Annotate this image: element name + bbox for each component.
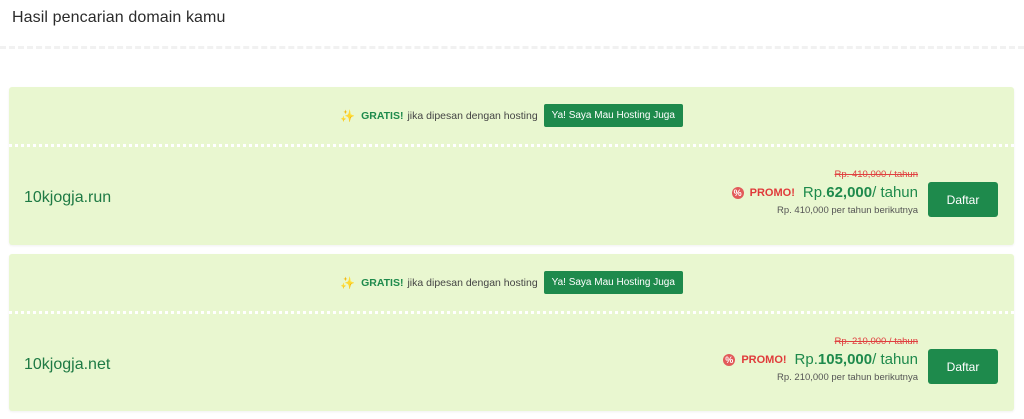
domain-name: 10kjogja.run <box>24 189 112 206</box>
price-amount: 105,000 <box>817 351 873 368</box>
price-block: Rp. 410,000 / tahun % PROMO! Rp. 62,000 … <box>731 169 918 216</box>
price-block: Rp. 210,000 / tahun % PROMO! Rp. 105,000… <box>723 336 918 383</box>
gratis-label: GRATIS! <box>361 109 404 122</box>
price-amount: 62,000 <box>826 184 873 201</box>
add-hosting-button[interactable]: Ya! Saya Mau Hosting Juga <box>543 271 683 294</box>
old-price: Rp. 210,000 / tahun <box>834 336 918 347</box>
renewal-price: Rp. 410,000 per tahun berikutnya <box>776 205 918 216</box>
domain-name: 10kjogja.net <box>24 356 111 373</box>
sparkle-icon: ✨ <box>340 108 356 123</box>
promo-label: PROMO! <box>749 186 795 199</box>
price-unit: / tahun <box>872 351 918 368</box>
sparkle-icon: ✨ <box>340 275 356 290</box>
domain-row: 10kjogja.run Rp. 410,000 / tahun % PROMO… <box>9 147 1014 245</box>
register-button[interactable]: Daftar <box>928 182 998 217</box>
domain-result-card: ✨ GRATIS! jika dipesan dengan hosting Ya… <box>9 87 1014 245</box>
renewal-price: Rp. 210,000 per tahun berikutnya <box>776 372 918 383</box>
price-line: % PROMO! Rp. 105,000 / tahun <box>723 351 918 368</box>
price-prefix: Rp. <box>794 351 818 368</box>
hosting-promo-banner: ✨ GRATIS! jika dipesan dengan hosting Ya… <box>9 254 1014 311</box>
gratis-label: GRATIS! <box>361 276 404 289</box>
domain-result-card: ✨ GRATIS! jika dipesan dengan hosting Ya… <box>9 254 1014 411</box>
add-hosting-button[interactable]: Ya! Saya Mau Hosting Juga <box>543 104 683 127</box>
promo-label: PROMO! <box>741 353 787 366</box>
domain-row: 10kjogja.net Rp. 210,000 / tahun % PROMO… <box>9 314 1014 412</box>
price-prefix: Rp. <box>802 184 827 201</box>
promo-badge-icon: % <box>723 353 736 366</box>
hosting-promo-banner: ✨ GRATIS! jika dipesan dengan hosting Ya… <box>9 87 1014 144</box>
promo-text: jika dipesan dengan hosting <box>407 109 538 122</box>
promo-text: jika dipesan dengan hosting <box>407 276 538 289</box>
price-unit: / tahun <box>872 184 918 201</box>
page-title: Hasil pencarian domain kamu <box>12 9 226 26</box>
price-line: % PROMO! Rp. 62,000 / tahun <box>731 184 918 201</box>
old-price: Rp. 410,000 / tahun <box>834 169 918 180</box>
register-button[interactable]: Daftar <box>928 349 998 384</box>
title-divider <box>0 46 1024 49</box>
promo-badge-icon: % <box>731 186 744 199</box>
